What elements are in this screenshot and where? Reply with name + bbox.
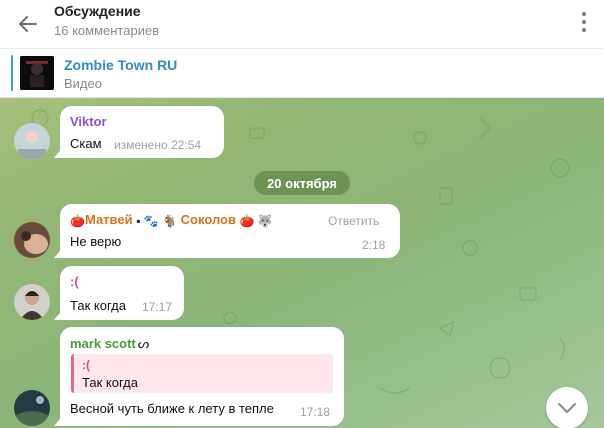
message-text: Весной чуть ближе к лету в тепле <box>70 401 274 416</box>
message-time: 17:18 <box>300 405 331 419</box>
arrow-left-icon <box>19 16 37 32</box>
message-bubble[interactable]: Viktor Скам изменено 22:54 <box>60 106 224 158</box>
video-thumbnail <box>20 56 54 90</box>
pinned-accent-bar <box>11 55 13 91</box>
reply-button[interactable]: Ответить <box>328 214 379 228</box>
author-badge-icon: ᔕ <box>137 336 150 351</box>
pinned-post[interactable]: Zombie Town RU Видео <box>0 48 604 98</box>
quote-text: Так когда <box>82 375 138 390</box>
message-time: изменено 22:54 <box>114 138 202 152</box>
header: Обсуждение 16 комментариев <box>0 0 604 48</box>
message-time: 2:18 <box>362 238 386 252</box>
more-menu-icon[interactable] <box>578 10 590 34</box>
avatar[interactable] <box>14 390 50 426</box>
author-name[interactable]: Viktor <box>70 114 107 129</box>
reply-quote[interactable]: :( Так когда <box>71 354 333 393</box>
message-text: Не верю <box>70 234 122 249</box>
tomato-icon: 🍅 <box>70 214 85 228</box>
author-name[interactable]: mark scott ᔕ <box>70 336 149 352</box>
back-button[interactable] <box>12 8 44 40</box>
pinned-type: Видео <box>64 76 102 91</box>
avatar[interactable] <box>14 284 50 320</box>
scroll-down-button[interactable] <box>546 387 588 428</box>
quote-author: :( <box>82 358 90 372</box>
message-bubble[interactable]: :( Так когда 17:17 <box>60 266 184 320</box>
avatar[interactable] <box>14 123 50 159</box>
pinned-channel-name: Zombie Town RU <box>64 57 178 73</box>
chevron-down-icon <box>558 403 576 413</box>
message-bubble[interactable]: 🍅Матвей ▪ 🐾 🐐 Соколов 🍅 🐺 Ответить Не ве… <box>60 204 400 258</box>
avatar[interactable] <box>14 222 50 258</box>
date-separator: 20 октября <box>254 171 350 195</box>
message-text: Так когда <box>70 298 126 313</box>
message-text: Скам <box>70 136 102 151</box>
author-emoji-icons: ▪ 🐾 🐐 <box>136 214 178 228</box>
author-name[interactable]: :( <box>70 274 79 289</box>
author-emoji-icons: 🍅 🐺 <box>239 214 273 228</box>
comments-count: 16 комментариев <box>54 23 160 38</box>
chat-area[interactable]: Viktor Скам изменено 22:54 20 октября 🍅М… <box>0 98 604 428</box>
author-name[interactable]: 🍅Матвей ▪ 🐾 🐐 Соколов 🍅 🐺 <box>70 212 273 228</box>
page-title: Обсуждение <box>54 3 141 19</box>
message-time: 17:17 <box>142 300 173 314</box>
